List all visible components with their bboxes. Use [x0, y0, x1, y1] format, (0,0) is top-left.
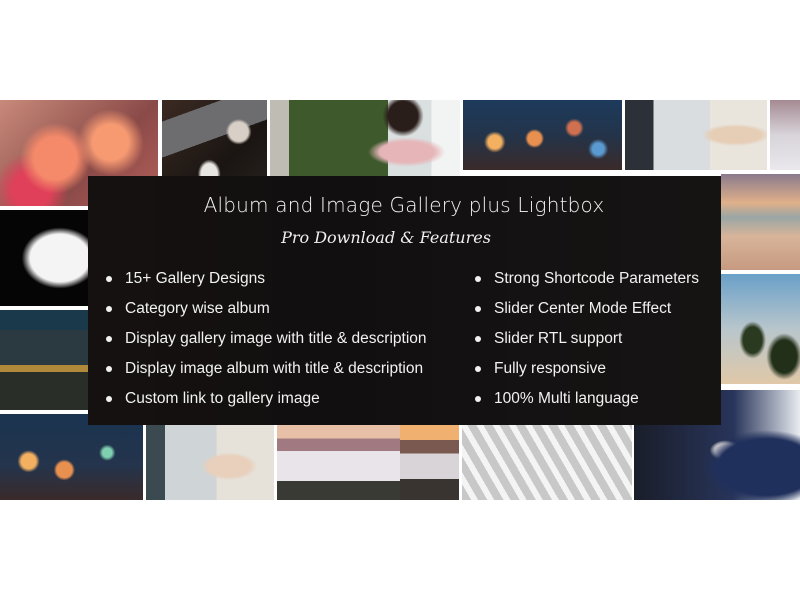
feature-label: 100% Multi language — [494, 390, 639, 407]
banner-title: Album and Image Gallery plus Lightbox — [203, 193, 605, 217]
feature-item: Category wise album — [106, 294, 427, 324]
feature-label: Display gallery image with title & descr… — [125, 330, 427, 347]
feature-item: Fully responsive — [475, 354, 699, 384]
feature-list-right: Strong Shortcode Parameters Slider Cente… — [475, 264, 699, 414]
bullet-icon — [475, 276, 481, 282]
feature-label: Slider Center Mode Effect — [494, 300, 672, 317]
feature-label: Slider RTL support — [494, 330, 623, 347]
mountain-clouds-photo — [770, 100, 800, 170]
bullet-icon — [106, 336, 112, 342]
bullet-icon — [475, 396, 481, 402]
bullet-icon — [106, 276, 112, 282]
bullet-icon — [475, 336, 481, 342]
feature-item: Display gallery image with title & descr… — [106, 324, 427, 354]
feature-list-left: 15+ Gallery Designs Category wise album … — [106, 264, 427, 414]
feature-label: Fully responsive — [494, 360, 606, 377]
city-night-skyline-photo — [0, 310, 88, 410]
sunset-mountains-photo — [400, 425, 459, 500]
city-bokeh-lights-photo — [463, 100, 622, 170]
banner-subtitle: Pro Download & Features — [281, 228, 491, 247]
feature-item: 100% Multi language — [475, 384, 699, 414]
feature-label: 15+ Gallery Designs — [125, 270, 265, 287]
office-silhouettes-photo — [0, 210, 88, 306]
feature-item: Strong Shortcode Parameters — [475, 264, 699, 294]
feature-item: 15+ Gallery Designs — [106, 264, 427, 294]
bullet-icon — [106, 396, 112, 402]
palm-trees-photo — [721, 274, 800, 384]
feature-label: Strong Shortcode Parameters — [494, 270, 700, 287]
feature-item: Slider Center Mode Effect — [475, 294, 699, 324]
bullet-icon — [106, 366, 112, 372]
woman-on-phone-photo — [270, 100, 460, 180]
city-bokeh-lights-photo-2 — [0, 414, 143, 500]
running-man-architecture-photo — [462, 425, 632, 500]
bullet-icon — [106, 306, 112, 312]
feature-label: Custom link to gallery image — [125, 390, 320, 407]
bullet-icon — [475, 306, 481, 312]
woman-at-computer-photo — [625, 100, 767, 170]
feature-item: Display image album with title & descrip… — [106, 354, 427, 384]
bullet-icon — [475, 366, 481, 372]
feature-item: Slider RTL support — [475, 324, 699, 354]
woman-at-computer-photo-2 — [146, 425, 274, 500]
feature-label: Category wise album — [125, 300, 270, 317]
feature-label: Display image album with title & descrip… — [125, 360, 424, 377]
feature-item: Custom link to gallery image — [106, 384, 427, 414]
beach-sunset-photo — [721, 174, 800, 270]
